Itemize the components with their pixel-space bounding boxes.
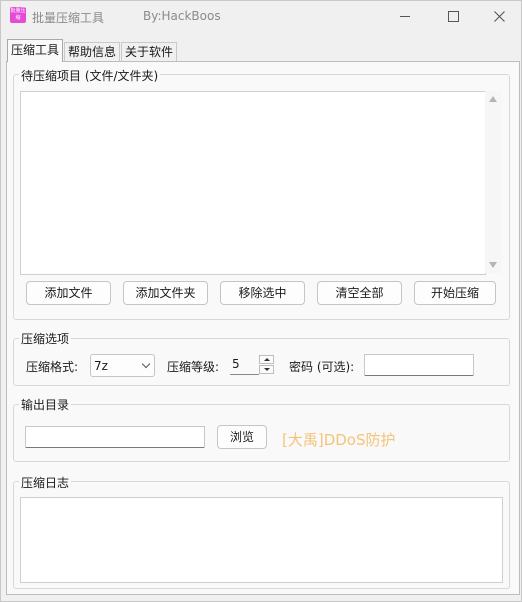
tab-help-info[interactable]: 帮助信息 xyxy=(64,42,121,61)
app-window: 批量压缩 批量压缩工具 By:HackBoos 压缩工具 帮助信息 关于软件 待… xyxy=(0,0,522,602)
level-stepper xyxy=(259,355,275,374)
promo-text: [大禹]DDoS防护 xyxy=(282,431,396,449)
maximize-button[interactable] xyxy=(430,1,476,31)
format-select-value: 7z xyxy=(94,359,108,373)
format-label: 压缩格式: xyxy=(26,360,79,374)
maximize-icon xyxy=(447,10,459,22)
scroll-down-icon[interactable] xyxy=(489,262,497,268)
password-label: 密码 (可选): xyxy=(289,360,355,374)
level-increase-button[interactable] xyxy=(259,355,274,364)
level-label: 压缩等级: xyxy=(167,360,220,374)
items-scrollbar[interactable] xyxy=(485,91,502,273)
scroll-up-icon[interactable] xyxy=(489,96,497,102)
close-button[interactable] xyxy=(476,1,522,31)
window-title: 批量压缩工具 xyxy=(32,11,105,25)
clear-all-button[interactable]: 清空全部 xyxy=(317,281,402,305)
window-author: By:HackBoos xyxy=(143,9,221,23)
tab-about-software[interactable]: 关于软件 xyxy=(121,42,178,61)
password-field[interactable] xyxy=(364,354,474,376)
arrow-up-icon xyxy=(264,358,270,361)
minimize-button[interactable] xyxy=(382,1,428,31)
level-decrease-button[interactable] xyxy=(259,365,274,374)
start-compress-button[interactable]: 开始压缩 xyxy=(414,281,496,305)
close-icon xyxy=(493,10,505,22)
output-group-title: 输出目录 xyxy=(19,396,72,413)
items-list[interactable] xyxy=(20,91,486,275)
log-output[interactable] xyxy=(20,497,503,583)
level-stepper-underline xyxy=(230,374,259,375)
level-stepper-value[interactable]: 5 xyxy=(232,357,240,371)
app-logo-icon: 批量压缩 xyxy=(10,7,26,23)
items-group-title: 待压缩项目 (文件/文件夹) xyxy=(19,67,161,84)
browse-button[interactable]: 浏览 xyxy=(217,425,267,449)
chevron-down-icon xyxy=(141,359,151,369)
tab-compress-tool[interactable]: 压缩工具 xyxy=(7,39,64,62)
add-file-button[interactable]: 添加文件 xyxy=(26,281,111,305)
title-bar: 批量压缩 批量压缩工具 By:HackBoos xyxy=(1,1,521,31)
output-dir-field[interactable] xyxy=(25,426,205,448)
add-folder-button[interactable]: 添加文件夹 xyxy=(123,281,208,305)
log-group-title: 压缩日志 xyxy=(19,474,72,491)
options-group-title: 压缩选项 xyxy=(19,330,72,347)
arrow-down-icon xyxy=(264,368,270,371)
remove-selected-button[interactable]: 移除选中 xyxy=(220,281,305,305)
format-select[interactable]: 7z xyxy=(90,354,155,377)
minimize-icon xyxy=(400,15,410,17)
